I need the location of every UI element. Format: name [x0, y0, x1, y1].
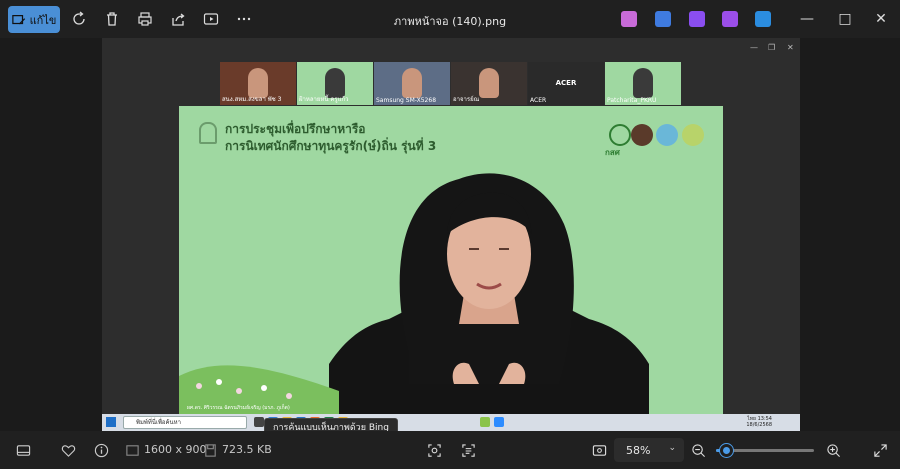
zoom-in-icon[interactable]	[825, 442, 841, 458]
fullscreen-icon[interactable]	[872, 442, 888, 458]
windows-start-icon	[106, 417, 116, 427]
zoom-slider[interactable]	[716, 444, 814, 457]
slideshow-icon[interactable]	[202, 10, 220, 28]
info-icon[interactable]	[93, 442, 109, 458]
participant-tile: ฝ้าหลายหนี้ ครูแก้ว	[297, 62, 373, 105]
tray-date: 18/6/2568	[746, 422, 772, 428]
participant-video	[479, 68, 499, 98]
participant-name: Samsung SM-X5268	[376, 97, 437, 104]
displayed-screenshot: — ❐ ✕ สนง.สหม.สงขลา พัช 3 ฝ้าหลายหนี้ ครู…	[102, 38, 800, 431]
windows-taskbar: พิมพ์ที่นี่เพื่อค้นหา ไทย 13:54 18/6/256…	[102, 414, 800, 431]
participant-strip: สนง.สหม.สงขลา พัช 3 ฝ้าหลายหนี้ ครูแก้ว Sa…	[220, 62, 681, 105]
participant-tile: สนง.สหม.สงขลา พัช 3	[220, 62, 296, 105]
extract-text-icon[interactable]	[460, 442, 476, 458]
designer-icon[interactable]	[655, 11, 671, 27]
print-icon[interactable]	[136, 10, 154, 28]
inner-minimize-icon: —	[750, 43, 758, 52]
participant-name: ฝ้าหลายหนี้ ครูแก้ว	[299, 96, 349, 103]
filmstrip-icon[interactable]	[15, 442, 31, 458]
image-canvas[interactable]: — ❐ ✕ สนง.สหม.สงขลา พัช 3 ฝ้าหลายหนี้ ครู…	[0, 38, 900, 439]
inner-maximize-icon: ❐	[768, 43, 776, 52]
file-size-icon	[202, 442, 218, 458]
file-size: 723.5 KB	[222, 443, 272, 456]
speaker-video	[329, 173, 649, 414]
edit-image-icon	[11, 14, 25, 24]
university-seal-logo	[631, 124, 653, 146]
inner-close-icon: ✕	[787, 43, 794, 52]
meeting-stage: การประชุมเพื่อปรึกษาหารือ การนิเทศนักศึก…	[179, 106, 723, 414]
delete-icon[interactable]	[103, 10, 121, 28]
zoom-dropdown[interactable]: 58% ⌄	[614, 438, 684, 462]
participant-avatar-label: ACER	[555, 79, 577, 87]
participant-video	[633, 68, 653, 98]
chevron-down-icon: ⌄	[668, 443, 676, 453]
project-logo	[682, 124, 704, 146]
close-button[interactable]: ✕	[869, 8, 893, 30]
participant-name: Patcharita_PKRU	[607, 97, 657, 104]
participant-tile: Patcharita_PKRU	[605, 62, 681, 105]
fit-to-window-icon[interactable]	[591, 442, 607, 458]
share-icon[interactable]	[169, 10, 187, 28]
participant-tile: ACER ACER	[528, 62, 604, 105]
dimensions-icon	[124, 442, 140, 458]
top-toolbar: แก้ไข ภาพหน้าจอ (140).png — □ ✕	[0, 0, 900, 38]
speaker-caption: ผศ.ดร. ศิริวรรณ ฉัตรนภิรมย์เจริญ (มรภ. ภ…	[187, 405, 290, 411]
visual-search-icon[interactable]	[426, 442, 442, 458]
chrome-icon	[480, 417, 490, 427]
clipchamp-icon[interactable]	[689, 11, 705, 27]
more-icon[interactable]	[235, 10, 253, 28]
photos-app-window: แก้ไข ภาพหน้าจอ (140).png — □ ✕ — ❐ ✕ สน…	[0, 0, 900, 469]
zoom-value: 58%	[626, 443, 651, 457]
participant-tile: อาจารย์ณ	[451, 62, 527, 105]
file-title: ภาพหน้าจอ (140).png	[393, 15, 507, 28]
system-tray: ไทย 13:54 18/6/2568	[746, 416, 772, 428]
org-logo-left	[199, 122, 217, 144]
minimize-button[interactable]: —	[795, 8, 819, 30]
participant-video	[402, 68, 422, 98]
participant-name: สนง.สหม.สงขลา พัช 3	[222, 96, 282, 103]
participant-tile: Samsung SM-X5268	[374, 62, 450, 105]
maximize-button[interactable]: □	[833, 8, 857, 30]
bottom-toolbar: 1600 x 900 723.5 KB 58% ⌄	[0, 431, 900, 469]
zoom-out-icon[interactable]	[690, 442, 706, 458]
photos-edit-icon[interactable]	[722, 11, 738, 27]
favorite-heart-icon[interactable]	[60, 442, 76, 458]
task-view-icon	[254, 417, 264, 427]
rotate-icon[interactable]	[70, 10, 88, 28]
taskbar-search: พิมพ์ที่นี่เพื่อค้นหา	[123, 416, 247, 429]
participant-name: ACER	[530, 97, 547, 104]
participant-name: อาจารย์ณ	[453, 96, 480, 103]
copilot-icon[interactable]	[621, 11, 637, 27]
eef-logo	[609, 124, 631, 146]
image-dimensions: 1600 x 900	[144, 443, 207, 456]
edit-button[interactable]: แก้ไข	[8, 6, 60, 33]
taskbar-search-placeholder: พิมพ์ที่นี่เพื่อค้นหา	[136, 419, 181, 426]
zoom-app-icon	[494, 417, 504, 427]
program-logo	[656, 124, 678, 146]
edit-button-label: แก้ไข	[29, 13, 57, 27]
onedrive-icon[interactable]	[755, 11, 771, 27]
zoom-slider-thumb[interactable]	[719, 444, 733, 457]
